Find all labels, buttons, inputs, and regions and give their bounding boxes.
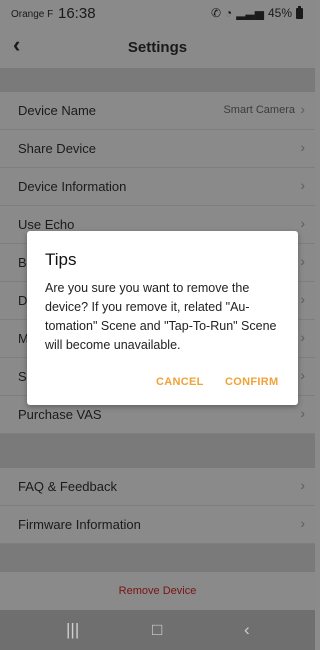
row-faq-feedback[interactable]: FAQ & Feedback › [0, 468, 315, 506]
chevron-right-icon: › [300, 367, 305, 383]
dialog-title: Tips [45, 250, 77, 269]
row-label: Purchase VAS [18, 407, 102, 422]
vowifi-icon: ✆ [210, 6, 222, 20]
tips-dialog: Tips Are you sure you want to remove the… [27, 231, 298, 405]
cancel-button[interactable]: CANCEL [156, 376, 204, 388]
dialog-message: Are you sure you want to remove the devi… [45, 281, 277, 352]
chevron-right-icon: › [300, 515, 305, 531]
status-time: 16:38 [58, 5, 96, 22]
confirm-button[interactable]: CONFIRM [225, 376, 278, 388]
section-gap [0, 544, 315, 572]
row-device-name[interactable]: Device Name Smart Camera › [0, 92, 315, 130]
carrier-label: Orange F [11, 9, 54, 20]
chevron-right-icon: › [300, 291, 305, 307]
system-nav-bar: ||| □ ‹ [0, 610, 315, 650]
chevron-right-icon: › [300, 253, 305, 269]
row-label: Share Device [18, 141, 97, 156]
row-label: Device Information [18, 179, 127, 194]
status-bar: Orange F 16:38 ✆ ◔ ▂▃▅ 45% [0, 0, 315, 28]
chevron-right-icon: › [300, 177, 305, 193]
row-label: Firmware Information [18, 517, 141, 532]
signal-icon: ▂▃▅ [236, 6, 264, 20]
row-label: D [18, 293, 28, 308]
row-firmware-information[interactable]: Firmware Information › [0, 506, 315, 544]
section-gap [0, 68, 315, 92]
home-icon[interactable]: □ [152, 620, 162, 640]
row-label: Device Name [18, 103, 97, 118]
chevron-right-icon: › [300, 329, 305, 345]
battery-percent: 45% [267, 6, 292, 20]
row-share-device[interactable]: Share Device › [0, 130, 315, 168]
row-label: FAQ & Feedback [18, 479, 117, 494]
chevron-right-icon: › [300, 477, 305, 493]
remove-device-row: Remove Device [0, 572, 315, 610]
page-title: Settings [127, 39, 188, 56]
row-label: B [18, 255, 27, 270]
chevron-right-icon: › [300, 101, 305, 117]
chevron-right-icon: › [300, 215, 305, 231]
recents-icon[interactable]: ||| [66, 620, 79, 640]
section-gap [0, 434, 315, 468]
back-icon[interactable]: ‹ [244, 620, 250, 640]
battery-icon [296, 5, 303, 19]
row-value: Smart Camera [223, 104, 295, 116]
row-device-information[interactable]: Device Information › [0, 168, 315, 206]
chevron-right-icon: › [300, 139, 305, 155]
row-label: S [18, 369, 27, 384]
status-icons: ✆ ◔ ▂▃▅ 45% [210, 5, 303, 20]
row-label: Use Echo [18, 217, 75, 232]
wifi-icon: ◔ [225, 6, 233, 20]
remove-device-button[interactable]: Remove Device [0, 585, 315, 597]
chevron-right-icon: › [300, 405, 305, 421]
top-nav: ‹ Settings [0, 28, 315, 68]
